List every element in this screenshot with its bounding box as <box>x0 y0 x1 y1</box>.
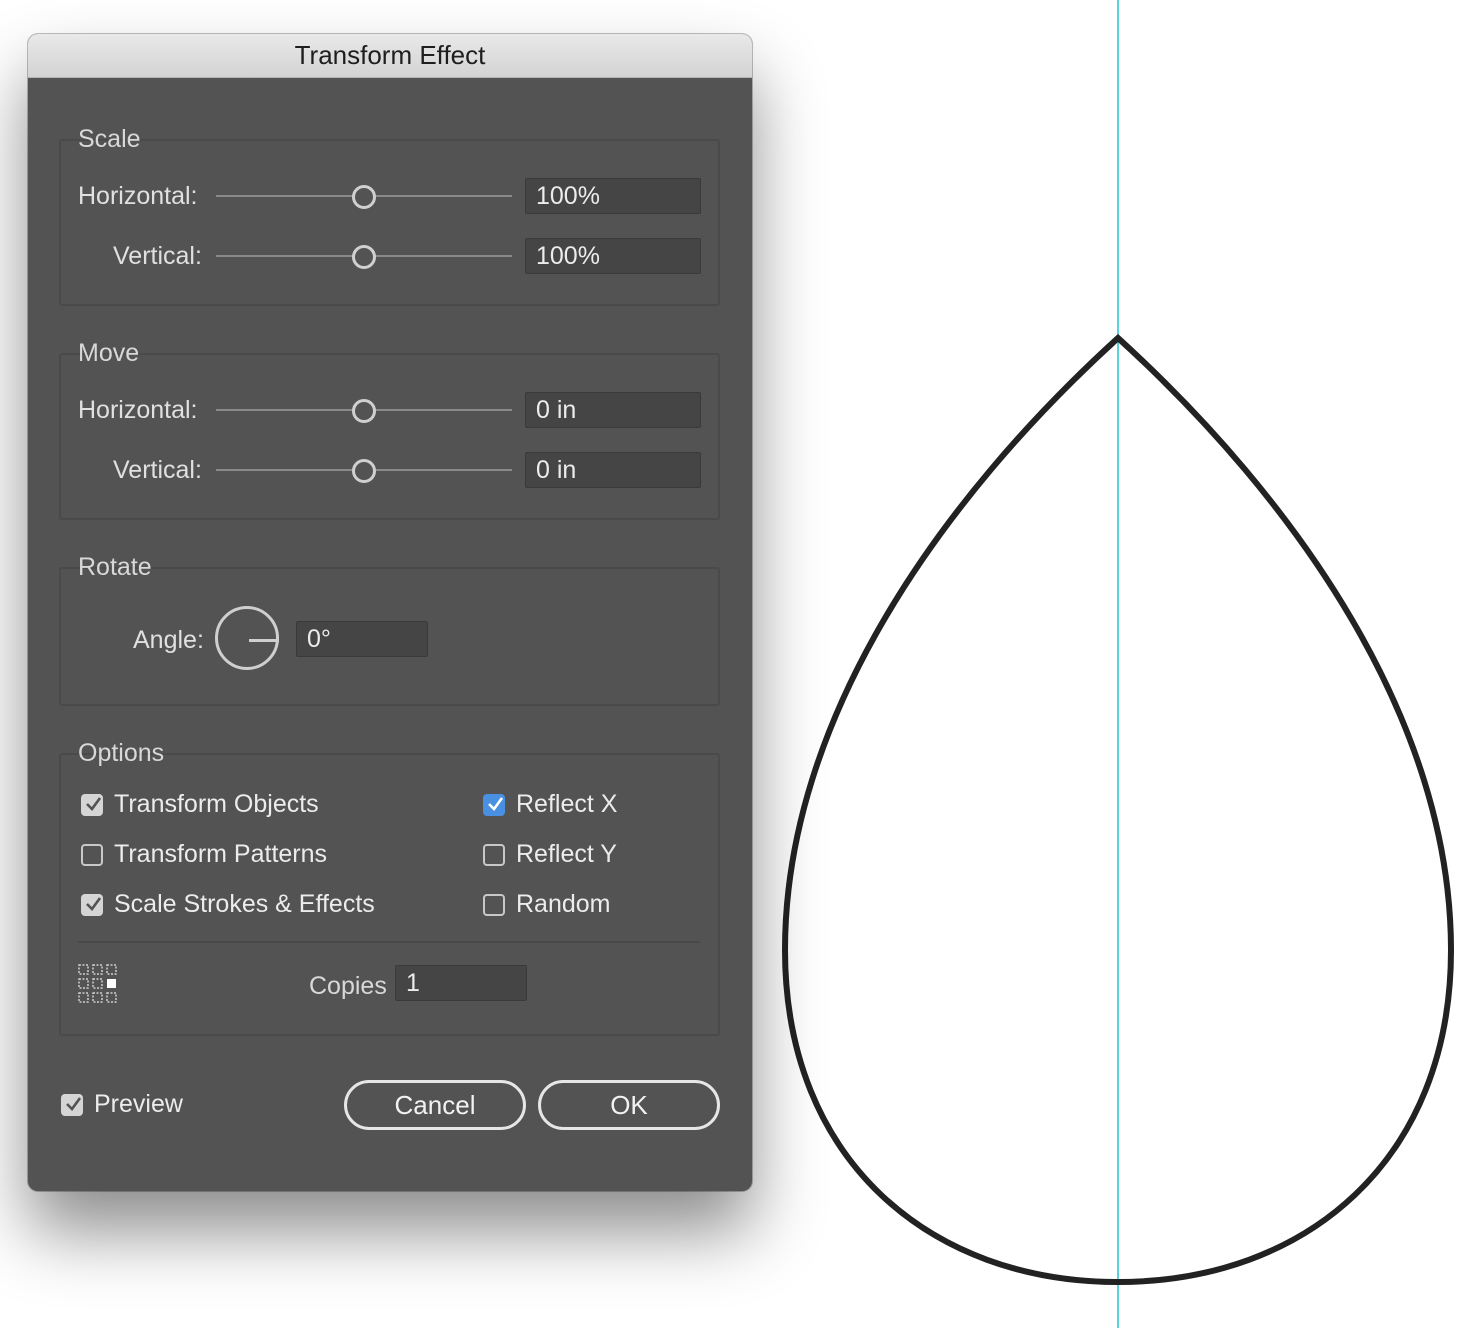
cancel-button[interactable]: Cancel <box>344 1080 526 1130</box>
options-divider <box>78 941 700 943</box>
scale-group-label: Scale <box>78 125 141 153</box>
preview-checkbox[interactable] <box>61 1094 83 1116</box>
options-group-label: Options <box>78 739 165 767</box>
transform-patterns-label[interactable]: Transform Patterns <box>114 840 327 869</box>
angle-label: Angle: <box>133 626 204 654</box>
move-vertical-label: Vertical: <box>113 456 202 484</box>
reflect-y-checkbox[interactable] <box>483 844 505 866</box>
slider-thumb[interactable] <box>352 185 376 209</box>
dialog-title: Transform Effect <box>28 34 752 78</box>
random-label[interactable]: Random <box>516 890 611 919</box>
scale-vertical-slider[interactable] <box>216 244 512 269</box>
slider-thumb[interactable] <box>352 459 376 483</box>
slider-thumb[interactable] <box>352 399 376 423</box>
checkmark-icon <box>66 1097 82 1111</box>
transform-objects-checkbox[interactable] <box>81 794 103 816</box>
scale-strokes-effects-checkbox[interactable] <box>81 894 103 916</box>
preview-label[interactable]: Preview <box>94 1090 183 1119</box>
checkmark-icon <box>86 797 102 811</box>
copies-field[interactable]: 1 <box>395 965 527 1001</box>
checkmark-icon <box>86 897 102 911</box>
scale-horizontal-label: Horizontal: <box>78 182 198 210</box>
rotate-group-label: Rotate <box>78 553 152 581</box>
move-horizontal-slider[interactable] <box>216 398 512 423</box>
move-horizontal-label: Horizontal: <box>78 396 198 424</box>
slider-thumb[interactable] <box>352 245 376 269</box>
move-vertical-field[interactable]: 0 in <box>525 452 701 488</box>
angle-dial[interactable] <box>215 606 279 670</box>
scale-horizontal-slider[interactable] <box>216 184 512 209</box>
reflect-y-label[interactable]: Reflect Y <box>516 840 617 869</box>
scale-vertical-field[interactable]: 100% <box>525 238 701 274</box>
transform-patterns-checkbox[interactable] <box>81 844 103 866</box>
move-horizontal-field[interactable]: 0 in <box>525 392 701 428</box>
move-group-label: Move <box>78 339 140 367</box>
move-group <box>59 353 720 520</box>
reference-point-icon[interactable] <box>78 964 118 1004</box>
transform-objects-label[interactable]: Transform Objects <box>114 790 319 819</box>
move-vertical-slider[interactable] <box>216 458 512 483</box>
checkmark-icon <box>488 797 504 811</box>
scale-horizontal-field[interactable]: 100% <box>525 178 701 214</box>
scale-vertical-label: Vertical: <box>113 242 202 270</box>
random-checkbox[interactable] <box>483 894 505 916</box>
copies-label: Copies <box>309 972 387 1000</box>
scale-group <box>59 139 720 306</box>
transform-effect-dialog: Transform Effect Scale Horizontal: 100% … <box>28 34 752 1191</box>
reflect-x-label[interactable]: Reflect X <box>516 790 617 819</box>
reflect-x-checkbox[interactable] <box>483 794 505 816</box>
scale-strokes-effects-label[interactable]: Scale Strokes & Effects <box>114 890 375 919</box>
angle-field[interactable]: 0° <box>296 621 428 657</box>
ok-button[interactable]: OK <box>538 1080 720 1130</box>
